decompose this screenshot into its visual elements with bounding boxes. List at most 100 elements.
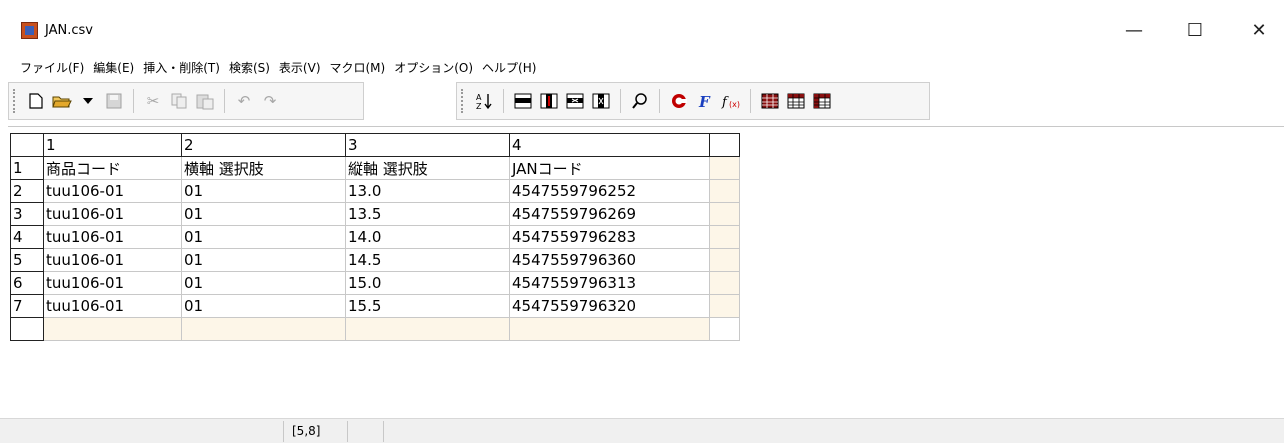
toolbar-grip[interactable] xyxy=(461,89,465,113)
open-folder-icon[interactable] xyxy=(51,90,73,112)
svg-text:F: F xyxy=(698,93,711,110)
grid-cell[interactable]: 15.5 xyxy=(345,294,510,318)
column-header[interactable]: 3 xyxy=(345,133,510,157)
grid-cell[interactable] xyxy=(709,271,740,295)
toolbar-separator xyxy=(133,89,134,113)
copy-icon[interactable] xyxy=(168,90,190,112)
save-icon[interactable] xyxy=(103,90,125,112)
menu-option[interactable]: オプション(O) xyxy=(390,58,478,78)
grid-cell[interactable] xyxy=(43,317,182,341)
redo-icon[interactable]: ↷ xyxy=(259,90,281,112)
grid-style1-icon[interactable] xyxy=(759,90,781,112)
delete-row-icon[interactable] xyxy=(564,90,586,112)
menu-help[interactable]: ヘルプ(H) xyxy=(478,58,541,78)
grid-cell[interactable]: 4547559796252 xyxy=(509,179,710,203)
grid-cell[interactable] xyxy=(709,179,740,203)
menu-macro[interactable]: マクロ(M) xyxy=(326,58,391,78)
close-button[interactable]: ✕ xyxy=(1236,14,1282,46)
grid-style2-icon[interactable] xyxy=(785,90,807,112)
toolbar-grip[interactable] xyxy=(13,89,17,113)
grid-cell[interactable]: tuu106-01 xyxy=(43,202,182,226)
row-header[interactable]: 4 xyxy=(10,225,44,249)
corner-cell[interactable] xyxy=(10,133,44,157)
grid-cell[interactable]: 4547559796313 xyxy=(509,271,710,295)
grid-cell[interactable]: 13.5 xyxy=(345,202,510,226)
insert-row-icon[interactable] xyxy=(512,90,534,112)
new-file-icon[interactable] xyxy=(25,90,47,112)
function-icon[interactable]: f (x) xyxy=(720,90,742,112)
grid-cell[interactable] xyxy=(709,248,740,272)
row-header[interactable]: 3 xyxy=(10,202,44,226)
undo-icon[interactable]: ↶ xyxy=(233,90,255,112)
minimize-button[interactable]: — xyxy=(1111,14,1157,46)
app-icon xyxy=(21,22,38,39)
column-header[interactable]: 2 xyxy=(181,133,346,157)
grid-cell[interactable] xyxy=(181,317,346,341)
menu-view[interactable]: 表示(V) xyxy=(275,58,326,78)
color-icon[interactable] xyxy=(668,90,690,112)
menu-edit[interactable]: 編集(E) xyxy=(89,58,139,78)
grid-cell[interactable]: 4547559796320 xyxy=(509,294,710,318)
table-row-empty xyxy=(10,317,740,341)
grid-cell[interactable]: JANコード xyxy=(509,156,710,180)
grid-cell[interactable] xyxy=(709,294,740,318)
menu-insert-delete[interactable]: 挿入・削除(T) xyxy=(139,58,225,78)
cut-icon[interactable]: ✂ xyxy=(142,90,164,112)
grid-style3-icon[interactable] xyxy=(811,90,833,112)
grid-cell[interactable]: 01 xyxy=(181,271,346,295)
toolbar-separator xyxy=(620,89,621,113)
paste-icon[interactable] xyxy=(194,90,216,112)
grid-cell[interactable]: tuu106-01 xyxy=(43,179,182,203)
row-header[interactable]: 7 xyxy=(10,294,44,318)
menu-file[interactable]: ファイル(F) xyxy=(16,58,89,78)
delete-column-icon[interactable] xyxy=(590,90,612,112)
grid-cell[interactable]: 01 xyxy=(181,179,346,203)
row-header[interactable] xyxy=(10,317,44,341)
grid-cell[interactable] xyxy=(509,317,710,341)
column-header[interactable]: 1 xyxy=(43,133,182,157)
grid-cell[interactable]: 4547559796269 xyxy=(509,202,710,226)
column-header[interactable] xyxy=(709,133,740,157)
grid-cell[interactable]: tuu106-01 xyxy=(43,225,182,249)
grid-cell[interactable]: 01 xyxy=(181,202,346,226)
grid-cell[interactable]: tuu106-01 xyxy=(43,294,182,318)
grid-cell[interactable]: 縦軸 選択肢 xyxy=(345,156,510,180)
find-icon[interactable] xyxy=(629,90,651,112)
row-header[interactable]: 2 xyxy=(10,179,44,203)
grid-cell[interactable]: tuu106-01 xyxy=(43,271,182,295)
grid-cell[interactable]: 01 xyxy=(181,225,346,249)
grid-cell[interactable] xyxy=(709,156,740,180)
grid-cell[interactable]: 商品コード xyxy=(43,156,182,180)
column-header[interactable]: 4 xyxy=(509,133,710,157)
svg-text:f: f xyxy=(721,95,729,110)
grid-cell[interactable]: 4547559796283 xyxy=(509,225,710,249)
data-grid: 1 2 3 4 1 商品コード 横軸 選択肢 縦軸 選択肢 JANコード 2 t… xyxy=(10,133,740,341)
font-icon[interactable]: F xyxy=(694,90,716,112)
menu-search[interactable]: 検索(S) xyxy=(225,58,275,78)
status-bar: [5,8] xyxy=(0,418,1284,443)
insert-column-icon[interactable] xyxy=(538,90,560,112)
grid-cell[interactable] xyxy=(709,225,740,249)
grid-cell[interactable]: 14.0 xyxy=(345,225,510,249)
row-header[interactable]: 6 xyxy=(10,271,44,295)
grid-cell[interactable] xyxy=(709,317,740,341)
grid-cell[interactable]: 01 xyxy=(181,294,346,318)
grid-cell[interactable]: 01 xyxy=(181,248,346,272)
table-row: 4 tuu106-01 01 14.0 4547559796283 xyxy=(10,225,740,249)
maximize-button[interactable]: ☐ xyxy=(1172,14,1218,46)
grid-cell[interactable]: 13.0 xyxy=(345,179,510,203)
grid-cell[interactable] xyxy=(709,202,740,226)
sort-icon[interactable]: AZ xyxy=(473,90,495,112)
row-header[interactable]: 5 xyxy=(10,248,44,272)
table-row: 3 tuu106-01 01 13.5 4547559796269 xyxy=(10,202,740,226)
grid-cell[interactable]: 横軸 選択肢 xyxy=(181,156,346,180)
dropdown-arrow-icon[interactable] xyxy=(77,90,99,112)
grid-cell[interactable]: 4547559796360 xyxy=(509,248,710,272)
grid-cell[interactable]: tuu106-01 xyxy=(43,248,182,272)
row-header[interactable]: 1 xyxy=(10,156,44,180)
grid-cell[interactable] xyxy=(345,317,510,341)
toolbar-separator xyxy=(659,89,660,113)
grid-cell[interactable]: 15.0 xyxy=(345,271,510,295)
grid-cell[interactable]: 14.5 xyxy=(345,248,510,272)
table-row: 1 商品コード 横軸 選択肢 縦軸 選択肢 JANコード xyxy=(10,156,740,180)
